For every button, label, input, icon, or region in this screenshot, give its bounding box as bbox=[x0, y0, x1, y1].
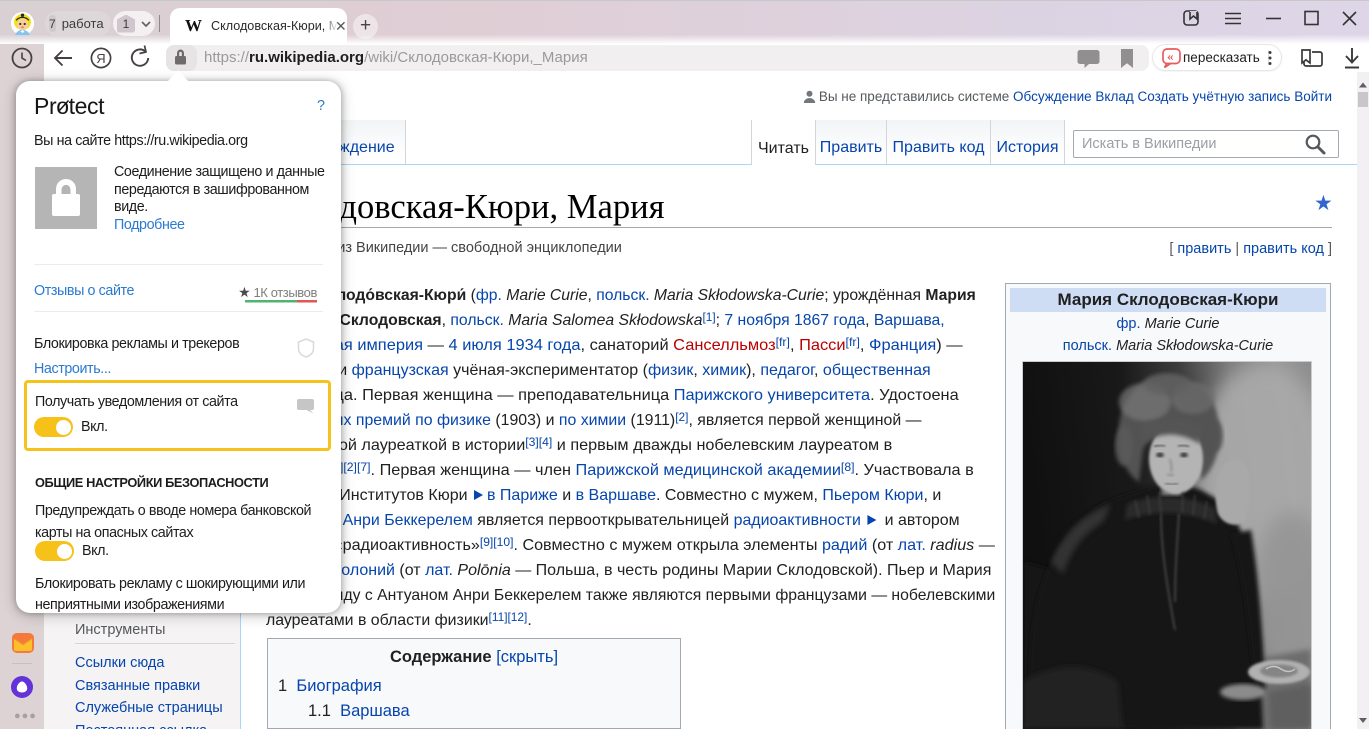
svg-text:Я: Я bbox=[96, 51, 105, 66]
svg-text:«: « bbox=[1167, 49, 1174, 64]
